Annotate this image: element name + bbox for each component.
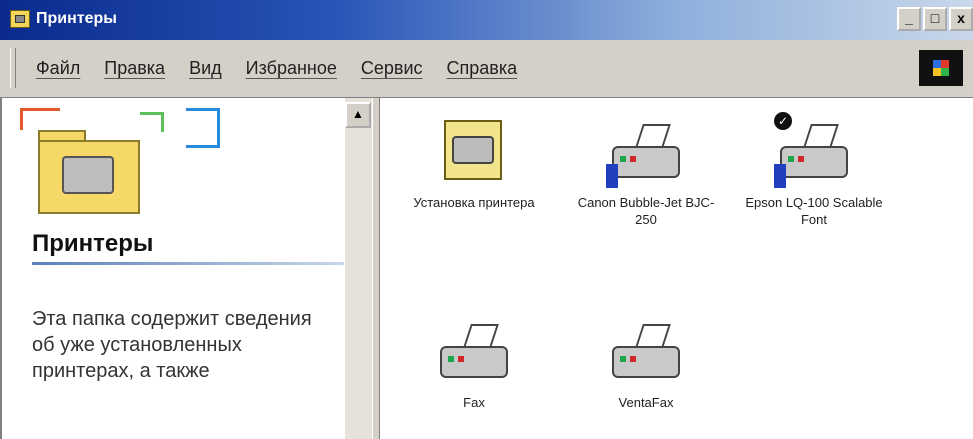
window-title: Принтеры bbox=[36, 10, 117, 27]
panel-divider bbox=[32, 262, 344, 265]
menu-favorites[interactable]: Избранное bbox=[246, 58, 337, 79]
windows-logo-icon bbox=[919, 50, 963, 86]
maximize-button[interactable]: □ bbox=[923, 7, 947, 31]
printer-icon bbox=[62, 156, 114, 194]
scroll-up-button[interactable]: ▲ bbox=[345, 102, 371, 128]
item-epson-printer[interactable]: ✓ Epson LQ-100 Scalable Font bbox=[744, 108, 884, 228]
add-printer-icon bbox=[434, 108, 514, 188]
menu-items: Файл Правка Вид Избранное Сервис Справка bbox=[36, 58, 517, 79]
menu-bar: Файл Правка Вид Избранное Сервис Справка bbox=[0, 40, 973, 98]
menu-edit[interactable]: Правка bbox=[104, 58, 165, 79]
item-add-printer[interactable]: Установка принтера bbox=[404, 108, 544, 211]
panel-description: Эта папка содержит сведения об уже устан… bbox=[32, 308, 312, 382]
window-controls: _ □ x bbox=[897, 7, 973, 31]
item-label: Canon Bubble-Jet BJC-250 bbox=[577, 195, 715, 227]
decoration-icon bbox=[20, 108, 60, 130]
item-label: Epson LQ-100 Scalable Font bbox=[745, 195, 883, 227]
printers-view: Установка принтера Canon Bubble-Jet BJC-… bbox=[380, 98, 973, 439]
item-fax[interactable]: Fax bbox=[404, 308, 544, 411]
item-label: Fax bbox=[463, 395, 485, 410]
decoration-icon bbox=[186, 108, 220, 148]
minimize-button[interactable]: _ bbox=[897, 7, 921, 31]
decoration-icon bbox=[140, 112, 164, 132]
info-panel: Принтеры Эта папка содержит сведения об … bbox=[0, 98, 344, 439]
item-ventafax[interactable]: VentaFax bbox=[576, 308, 716, 411]
menu-tools[interactable]: Сервис bbox=[361, 58, 423, 79]
fax-printer-icon bbox=[434, 308, 514, 388]
item-label: VentaFax bbox=[618, 395, 674, 410]
menu-help[interactable]: Справка bbox=[447, 58, 518, 79]
printer-icon bbox=[606, 108, 686, 188]
panel-heading: Принтеры bbox=[32, 230, 154, 257]
item-canon-printer[interactable]: Canon Bubble-Jet BJC-250 bbox=[576, 108, 716, 228]
menu-view[interactable]: Вид bbox=[189, 58, 222, 79]
toolbar-grip[interactable] bbox=[10, 48, 16, 88]
default-printer-check-icon: ✓ bbox=[774, 112, 792, 130]
printer-icon: ✓ bbox=[774, 108, 854, 188]
title-bar: Принтеры _ □ x bbox=[0, 0, 973, 40]
menu-file[interactable]: Файл bbox=[36, 58, 80, 79]
printers-folder-graphic bbox=[20, 108, 240, 223]
left-panel-scrollbar[interactable]: ▲ bbox=[344, 98, 372, 439]
fax-printer-icon bbox=[606, 308, 686, 388]
item-label: Установка принтера bbox=[413, 195, 535, 210]
close-button[interactable]: x bbox=[949, 7, 973, 31]
pane-splitter[interactable] bbox=[372, 98, 380, 439]
printers-folder-icon bbox=[10, 10, 30, 28]
